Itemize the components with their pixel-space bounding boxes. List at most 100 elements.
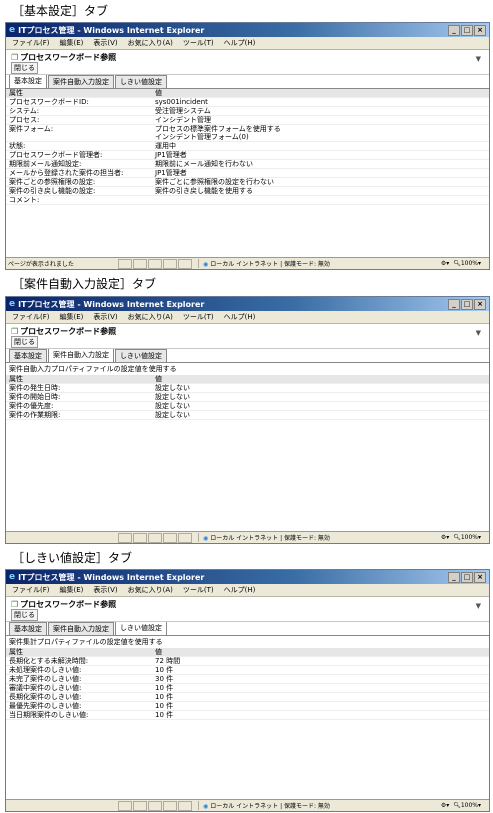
security-zone[interactable]: ◉ ローカル イントラネット | 保護モード: 無効 (198, 533, 334, 542)
tab-0[interactable]: 基本設定 (9, 622, 47, 635)
menu-bar: ファイル(F) 編集(E) 表示(V) お気に入り(A) ツール(T) ヘルプ(H) (6, 311, 489, 324)
window-controls: _ □ × (448, 25, 486, 36)
protected-mode-icon[interactable]: ⚙▾ (441, 260, 449, 267)
protected-mode-icon[interactable]: ⚙▾ (441, 534, 449, 541)
tab-0[interactable]: 基本設定 (9, 74, 47, 88)
workboard-icon: ❐ (11, 53, 19, 62)
menu-item[interactable]: ツール(T) (183, 38, 214, 48)
attribute-name: 審議中案件のしきい値: (6, 683, 152, 693)
menu-item[interactable]: 表示(V) (93, 312, 117, 322)
attribute-value: インシデント管理 (152, 115, 489, 125)
attribute-table: 属性値長期化とする未解決時間: 72 時間 未処理案件のしきい値: 10 件未完了案件… (6, 648, 489, 720)
table-row: 案件の作業期限: 設定しない (6, 410, 489, 420)
close-button[interactable]: 閉じる (11, 609, 38, 621)
menu-item[interactable]: ヘルプ(H) (224, 312, 256, 322)
menu-item[interactable]: ファイル(F) (12, 312, 50, 322)
tab-strip: 基本設定 案件自動入力設定 しきい値設定 (6, 348, 489, 363)
attribute-name: 長期化とする未解決時間: (6, 656, 152, 666)
maximize-button[interactable]: □ (461, 299, 473, 310)
attribute-value: 受注管理システム (152, 106, 489, 116)
tab-2[interactable]: しきい値設定 (115, 75, 167, 88)
status-pane (133, 800, 147, 811)
maximize-button[interactable]: □ (461, 572, 473, 583)
zoom-dropdown-icon: ▾ (477, 802, 481, 809)
attribute-name: 案件ごとの参照権限の設定: (6, 177, 152, 187)
attribute-name: 当日期限案件のしきい値: (6, 710, 152, 720)
status-bar: ページが表示されました ◉ ローカル イントラネット | 保護モード: 無効 ⚙▾ 🔍︎… (6, 257, 489, 269)
menu-item[interactable]: お気に入り(A) (128, 585, 173, 595)
menu-item[interactable]: 編集(E) (60, 38, 84, 48)
menu-item[interactable]: ツール(T) (183, 312, 214, 322)
menu-item[interactable]: 編集(E) (60, 585, 84, 595)
close-button[interactable]: 閉じる (11, 336, 38, 348)
tab-1[interactable]: 案件自動入力設定 (48, 622, 114, 635)
attribute-name: 未処理案件のしきい値: (6, 665, 152, 675)
attribute-value: 10 件 (152, 701, 489, 711)
tab-2[interactable]: しきい値設定 (115, 621, 167, 635)
status-bar: ◉ ローカル イントラネット | 保護モード: 無効 ⚙▾ 🔍︎100%▾ (6, 799, 489, 811)
maximize-button[interactable]: □ (461, 25, 473, 36)
collapse-arrow-icon[interactable]: ▼ (476, 602, 481, 610)
tab-2[interactable]: しきい値設定 (115, 349, 167, 362)
attribute-value: 運用中 (152, 141, 489, 151)
menu-item[interactable]: 編集(E) (60, 312, 84, 322)
section-caption: ［しきい値設定］タブ (12, 551, 133, 565)
zoom-control[interactable]: 🔍︎100%▾ (453, 802, 481, 809)
menu-item[interactable]: お気に入り(A) (128, 312, 173, 322)
status-tools: ⚙▾ 🔍︎100%▾ (441, 534, 489, 541)
zoom-icon: 🔍︎ (453, 802, 461, 809)
minimize-button[interactable]: _ (448, 572, 460, 583)
collapse-arrow-icon[interactable]: ▼ (476, 329, 481, 337)
status-pane (148, 258, 162, 269)
table-row: 案件の引き戻し機能の設定: 案件の引き戻し機能を使用する (6, 186, 489, 196)
header-value: 値 (152, 89, 489, 98)
zoom-control[interactable]: 🔍︎100%▾ (453, 534, 481, 541)
menu-item[interactable]: ヘルプ(H) (224, 38, 256, 48)
menu-item[interactable]: 表示(V) (93, 38, 117, 48)
tab-1[interactable]: 案件自動入力設定 (48, 75, 114, 88)
settings-notice: 案件集計プロパティファイルの設定値を使用する (9, 638, 163, 646)
minimize-button[interactable]: _ (448, 25, 460, 36)
window-controls: _ □ × (448, 572, 486, 583)
attribute-name: プロセスワークボードID: (6, 97, 152, 107)
ie-logo-icon: e (9, 572, 16, 582)
status-tools: ⚙▾ 🔍︎100%▾ (441, 802, 489, 809)
zoom-control[interactable]: 🔍︎100%▾ (453, 260, 481, 267)
tab-strip: 基本設定 案件自動入力設定 しきい値設定 (6, 621, 489, 636)
tab-1[interactable]: 案件自動入力設定 (48, 348, 114, 362)
close-window-button[interactable]: × (474, 299, 486, 310)
menu-item[interactable]: ファイル(F) (12, 585, 50, 595)
close-window-button[interactable]: × (474, 25, 486, 36)
section-caption: ［基本設定］タブ (12, 4, 109, 18)
menu-item[interactable]: ファイル(F) (12, 38, 50, 48)
table-row: 案件フォーム: プロセスの標準案件フォームを使用する インシデント管理フォーム(0… (6, 124, 489, 142)
security-zone[interactable]: ◉ ローカル イントラネット | 保護モード: 無効 (198, 801, 334, 810)
window-title: ITプロセス管理 - Windows Internet Explorer (18, 25, 205, 35)
close-button[interactable]: 閉じる (11, 62, 38, 74)
settings-notice: 案件自動入力プロパティファイルの設定値を使用する (9, 365, 177, 373)
table-row: 長期化とする未解決時間: 72 時間 (6, 656, 489, 666)
attribute-name: 案件フォーム: (6, 124, 152, 142)
security-zone[interactable]: ◉ ローカル イントラネット | 保護モード: 無効 (198, 259, 334, 268)
close-window-button[interactable]: × (474, 572, 486, 583)
protected-mode-icon[interactable]: ⚙▾ (441, 802, 449, 809)
workboard-icon: ❐ (11, 600, 19, 609)
attribute-value: 設定しない (152, 401, 489, 411)
collapse-arrow-icon[interactable]: ▼ (476, 55, 481, 63)
status-pane (163, 532, 177, 543)
attribute-name: コメント: (6, 195, 152, 205)
minimize-button[interactable]: _ (448, 299, 460, 310)
table-header-row: 属性値 (6, 375, 489, 384)
zoom-level: 100% (460, 534, 478, 541)
menu-item[interactable]: お気に入り(A) (128, 38, 173, 48)
menu-item[interactable]: 表示(V) (93, 585, 117, 595)
attribute-name: 未完了案件のしきい値: (6, 674, 152, 684)
attribute-name: プロセスワークボード管理者: (6, 150, 152, 160)
table-row: 審議中案件のしきい値: 10 件 (6, 683, 489, 693)
tab-0[interactable]: 基本設定 (9, 349, 47, 362)
menu-item[interactable]: ツール(T) (183, 585, 214, 595)
zoom-icon: 🔍︎ (453, 260, 461, 267)
section-caption: ［案件自動入力設定］タブ (12, 277, 157, 291)
menu-item[interactable]: ヘルプ(H) (224, 585, 256, 595)
zoom-level: 100% (460, 802, 478, 809)
